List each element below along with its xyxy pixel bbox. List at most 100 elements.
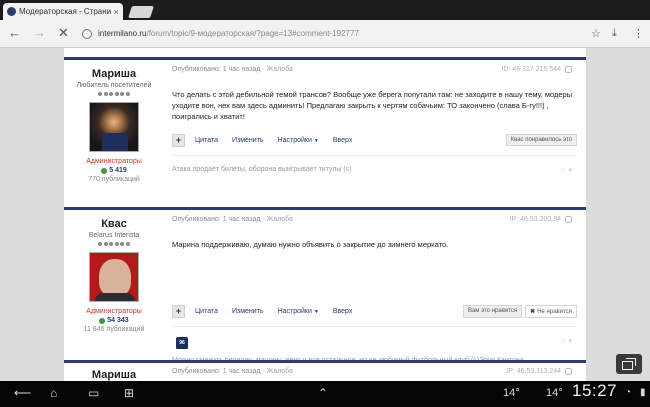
post-count: 11 846 публикаций <box>83 326 145 333</box>
avatar[interactable] <box>89 252 139 302</box>
unlike-button[interactable]: ✖ Не нравится <box>525 304 577 318</box>
member-title: Любитель посетителей <box>76 82 152 89</box>
browser-tab[interactable]: Модераторская - Страница 9 × <box>3 3 123 20</box>
select-post-checkbox[interactable] <box>565 216 572 223</box>
signature-divider <box>172 326 577 327</box>
member-group: Администраторы <box>86 158 142 165</box>
member-group: Администраторы <box>86 308 142 315</box>
forum-content: Мариша Любитель посетителей Администрато… <box>64 48 586 381</box>
stop-loading-icon[interactable]: ✕ <box>58 26 69 40</box>
reputation-value: 5 419 <box>109 167 127 174</box>
settings-dropdown[interactable]: Настройки ▼ <box>278 137 319 144</box>
top-button[interactable]: Вверх <box>333 137 353 144</box>
post-meta-right: ID: 46 317 215 544 <box>501 66 572 73</box>
site-info-icon[interactable] <box>82 29 92 39</box>
author-name[interactable]: Мариша <box>64 68 164 80</box>
browser-menu-icon[interactable]: ⋮ <box>633 27 644 40</box>
forum-post: Квас Belarus Interista Администраторы 54… <box>64 207 586 364</box>
author-name[interactable]: Квас <box>64 218 164 230</box>
signature-divider <box>172 155 577 156</box>
edit-button[interactable]: Изменить <box>232 308 264 315</box>
forum-post: Мариша Опубликовано: 1 час назад · Жалоб… <box>64 360 586 381</box>
signature: Атака продаёт билеты, оборона выигрывает… <box>172 166 352 173</box>
system-clock[interactable]: 15:27 <box>572 382 617 399</box>
chevron-down-icon: ▼ <box>313 308 319 315</box>
reputation-value: 54 343 <box>107 317 129 324</box>
published-time: Опубликовано: 1 час назад <box>172 368 261 375</box>
unlike-label: Не нравится <box>537 308 572 315</box>
tab-title: Модераторская - Страница 9 <box>19 7 111 16</box>
reaction-summary[interactable]: Квас понравилось это <box>505 134 577 146</box>
forum-post: Мариша Любитель посетителей Администрато… <box>64 57 586 207</box>
forward-arrow-icon[interactable]: → <box>33 26 46 40</box>
settings-dropdown[interactable]: Настройки ▼ <box>278 308 319 315</box>
post-meta: Опубликовано: 1 час назад · Жалоба <box>172 368 293 375</box>
quote-button[interactable]: Цитата <box>195 137 218 144</box>
published-time: Опубликовано: 1 час назад <box>172 66 261 73</box>
tab-close-icon[interactable]: × <box>114 7 119 17</box>
post-meta: Опубликовано: 1 час назад · Жалоба <box>172 216 293 223</box>
bookmark-star-icon[interactable]: ☆ <box>591 27 601 40</box>
android-recent-apps-icon[interactable]: ▭ <box>88 385 99 401</box>
reputation-icon <box>99 317 106 324</box>
quote-button[interactable]: Цитата <box>195 308 218 315</box>
like-status-pill[interactable]: Вам это нравится <box>462 304 523 318</box>
back-arrow-icon[interactable]: ← <box>8 26 21 40</box>
post-author-panel: Мариша <box>64 363 164 381</box>
android-screenshot-icon[interactable]: ⊞ <box>124 385 134 401</box>
wifi-icon: ◔ <box>625 387 632 398</box>
rank-pips <box>64 92 164 96</box>
post-meta-right: IP: 46.53.113.244 <box>506 368 572 375</box>
post-actions: + Цитата Изменить Настройки ▼ Вверх Вам э… <box>172 304 577 318</box>
post-meta: Опубликовано: 1 час назад · Жалоба <box>172 66 293 73</box>
site-favicon-icon <box>7 7 16 16</box>
address-bar[interactable]: intermilano.ru/forum/topic/9-модераторск… <box>98 29 359 38</box>
url-path: /forum/topic/9-модераторская/?page=13#co… <box>146 29 359 38</box>
reputation-icon <box>101 167 108 174</box>
post-body: Что делать с этой дебильной темой трансо… <box>172 90 573 121</box>
published-time: Опубликовано: 1 час назад <box>172 216 261 223</box>
top-button[interactable]: Вверх <box>333 308 353 315</box>
download-icon[interactable]: ⤓ <box>612 27 617 40</box>
weather-temp-secondary: 14° <box>546 387 563 399</box>
post-ip: ID: 46 317 215 544 <box>501 66 561 73</box>
report-link[interactable]: · Жалоба <box>262 216 293 223</box>
browser-toolbar: ← → ✕ intermilano.ru/forum/topic/9-модер… <box>0 20 650 48</box>
report-link[interactable]: · Жалоба <box>262 66 293 73</box>
battery-icon: ▮ <box>640 387 646 398</box>
weather-temp: 14° <box>503 387 520 399</box>
post-ip: IP: 46.53.113.244 <box>506 368 561 375</box>
select-post-checkbox[interactable] <box>565 66 572 73</box>
settings-label: Настройки <box>277 136 312 144</box>
author-name[interactable]: Мариша <box>64 369 164 381</box>
reputation: 5 419 <box>64 167 164 174</box>
close-icon: ✖ <box>530 308 536 315</box>
edit-button[interactable]: Изменить <box>232 137 264 144</box>
signature-options-icon[interactable]: ☆ ▾ <box>560 166 572 174</box>
android-back-icon[interactable]: ⟵ <box>14 385 31 401</box>
post-ip: IP: 46.53.200.94 <box>509 216 561 223</box>
tab-strip: Модераторская - Страница 9 × <box>0 0 650 20</box>
multiquote-plus-button[interactable]: + <box>172 133 185 147</box>
post-count: 770 публикаций <box>88 176 140 183</box>
post-author-panel: Мариша Любитель посетителей Администрато… <box>64 60 164 183</box>
post-meta-right: IP: 46.53.200.94 <box>510 216 572 223</box>
android-up-chevron-icon[interactable]: ⌃ <box>318 385 328 401</box>
system-bar: ⟵ ⌂ ▭ ⊞ ⌃ 14° 14° 15:27 ◔ ▮ <box>0 381 650 407</box>
multiquote-plus-button[interactable]: + <box>172 304 185 318</box>
multi-window-icon[interactable] <box>616 354 642 374</box>
android-home-icon[interactable]: ⌂ <box>50 385 57 401</box>
rank-pips <box>64 242 164 246</box>
avatar[interactable] <box>89 102 139 152</box>
member-title: Belarus Interista <box>88 232 140 239</box>
report-link[interactable]: · Жалоба <box>262 368 293 375</box>
select-post-checkbox[interactable] <box>565 368 572 375</box>
post-actions: + Цитата Изменить Настройки ▼ Вверх Квас … <box>172 133 577 147</box>
post-body: Марина поддерживаю, думаю нужно объявить… <box>172 240 449 249</box>
signature-options-icon[interactable]: ☆ ▾ <box>560 337 572 345</box>
new-tab-button[interactable] <box>128 6 154 18</box>
settings-label: Настройки <box>277 307 312 315</box>
chevron-down-icon: ▼ <box>313 137 319 144</box>
jersey-icon: 96 <box>176 337 188 349</box>
url-domain: intermilano.ru <box>98 29 147 38</box>
